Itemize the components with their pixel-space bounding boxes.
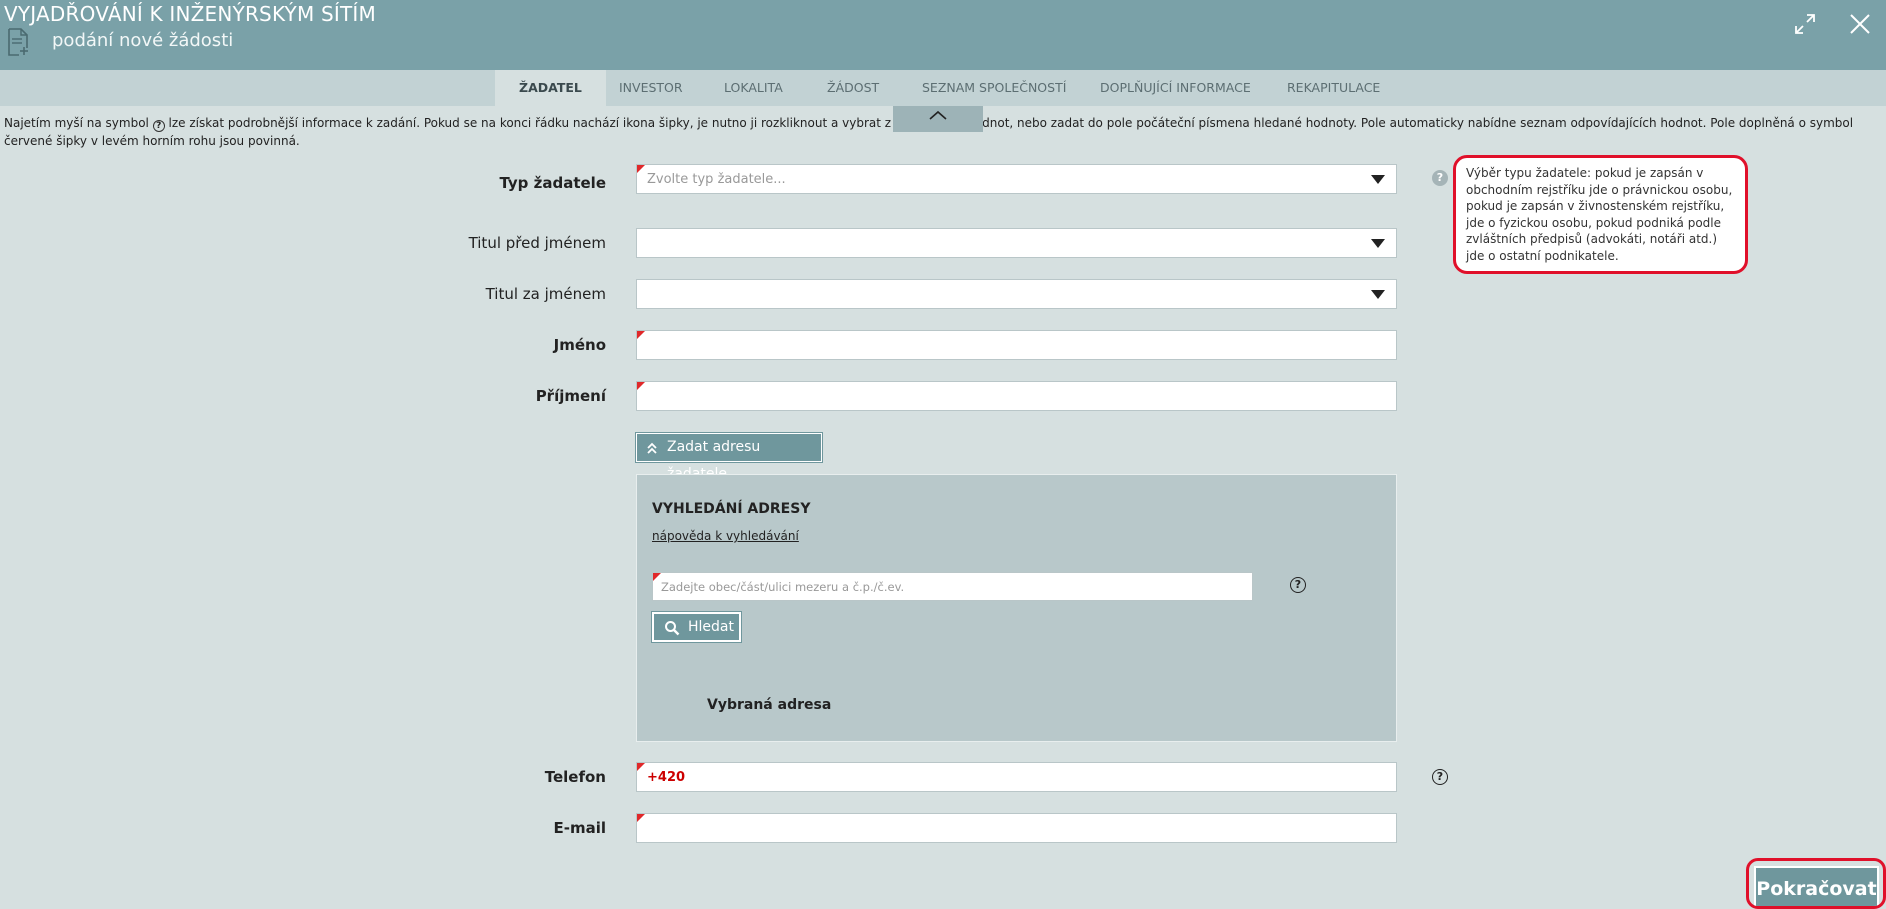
tabs-bar: ŽADATEL INVESTOR LOKALITA ŽÁDOST SEZNAM … (0, 70, 1886, 106)
hledat-label: Hledat (688, 619, 734, 635)
instructions-before: Najetím myší na symbol (4, 116, 149, 130)
tab-lokalita[interactable]: LOKALITA (700, 70, 807, 106)
required-mark (637, 331, 645, 339)
caret-down-icon (1371, 175, 1385, 184)
app-title: VYJADŘOVÁNÍ K INŽENÝRSKÝM SÍTÍM (4, 2, 376, 26)
address-search-input[interactable] (653, 573, 1252, 600)
telefon-field[interactable] (636, 762, 1397, 792)
jmeno-input[interactable] (637, 331, 1396, 359)
tab-doplnujici-informace[interactable]: DOPLŇUJÍCÍ INFORMACE (1076, 70, 1275, 106)
typ-zadatele-input[interactable] (637, 165, 1396, 193)
telefon-input[interactable] (637, 763, 1396, 791)
pokracovat-button[interactable]: Pokračovat (1754, 866, 1879, 906)
address-search-title: VYHLEDÁNÍ ADRESY (652, 501, 811, 517)
label-jmeno: Jméno (553, 336, 606, 354)
label-titul-pred: Titul před jménem (468, 234, 606, 252)
required-mark (653, 573, 661, 581)
required-mark (637, 814, 645, 822)
close-button[interactable] (1846, 10, 1874, 38)
typ-zadatele-select[interactable] (636, 164, 1397, 194)
caret-down-icon (1371, 290, 1385, 299)
zadat-adresu-button[interactable]: Zadat adresu žadatele (635, 432, 823, 482)
tab-seznam-spolecnosti[interactable]: SEZNAM SPOLEČNOSTÍ (898, 70, 1090, 106)
typ-zadatele-help-icon[interactable]: ? (1432, 170, 1448, 186)
help-tooltip: Výběr typu žadatele: pokud je zapsán v o… (1453, 155, 1748, 274)
typ-zadatele-dropdown-button[interactable] (1360, 165, 1396, 193)
tab-rekapitulace[interactable]: REKAPITULACE (1263, 70, 1404, 106)
caret-down-icon (1371, 239, 1385, 248)
label-typ-zadatele: Typ žadatele (499, 174, 606, 192)
selected-address-label: Vybraná adresa (707, 697, 832, 713)
expand-icon (1795, 14, 1815, 34)
address-help-link[interactable]: nápověda k vyhledávání (652, 529, 799, 543)
titul-za-input[interactable] (637, 280, 1396, 308)
email-input[interactable] (637, 814, 1396, 842)
chevron-up-icon (929, 110, 947, 120)
tab-zadatel[interactable]: ŽADATEL (495, 70, 606, 106)
required-mark (637, 382, 645, 390)
address-search-panel: VYHLEDÁNÍ ADRESY nápověda k vyhledávání … (636, 474, 1397, 742)
titul-pred-dropdown-button[interactable] (1360, 229, 1396, 257)
tab-zadost[interactable]: ŽÁDOST (803, 70, 903, 106)
telefon-help-icon[interactable]: ? (1432, 769, 1448, 785)
titul-pred-select[interactable] (636, 228, 1397, 258)
prijmeni-input[interactable] (637, 382, 1396, 410)
help-symbol-icon: ? (152, 120, 165, 132)
continue-highlight: Pokračovat (1746, 858, 1886, 909)
label-titul-za: Titul za jménem (485, 285, 606, 303)
jmeno-field[interactable] (636, 330, 1397, 360)
email-field[interactable] (636, 813, 1397, 843)
app-subtitle: podání nové žádosti (52, 30, 234, 51)
double-chevron-up-icon (647, 442, 657, 454)
close-icon (1850, 14, 1870, 34)
collapse-toggle[interactable] (893, 106, 983, 132)
hledat-button[interactable]: Hledat (651, 611, 742, 643)
titul-za-dropdown-button[interactable] (1360, 280, 1396, 308)
prijmeni-field[interactable] (636, 381, 1397, 411)
app-header: VYJADŘOVÁNÍ K INŽENÝRSKÝM SÍTÍM podání n… (0, 0, 1886, 70)
label-prijmeni: Příjmení (535, 387, 606, 405)
titul-za-select[interactable] (636, 279, 1397, 309)
titul-pred-input[interactable] (637, 229, 1396, 257)
tab-investor[interactable]: INVESTOR (595, 70, 707, 106)
expand-button[interactable] (1791, 10, 1819, 38)
label-telefon: Telefon (544, 768, 606, 786)
address-help-icon[interactable]: ? (1290, 577, 1306, 593)
address-search-field[interactable] (652, 572, 1253, 601)
required-mark (637, 165, 645, 173)
required-mark (637, 763, 645, 771)
document-add-icon (8, 28, 28, 56)
label-email: E-mail (553, 819, 606, 837)
search-icon (665, 621, 680, 636)
